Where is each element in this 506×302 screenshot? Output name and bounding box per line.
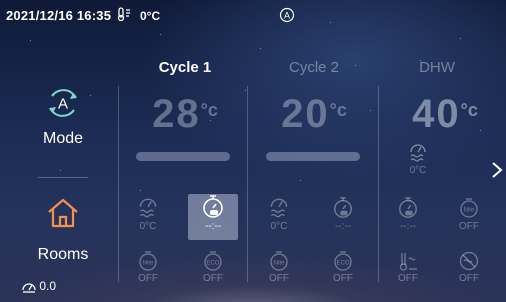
silent-icon: Nite: [270, 251, 288, 271]
status-bar: 2021/12/16 16:35 0°C A: [0, 0, 506, 30]
column-separator: [118, 86, 119, 282]
dhw-heating-tile[interactable]: 0°C: [393, 142, 443, 188]
svg-text:Nite: Nite: [274, 261, 285, 267]
temperature-unit: °c: [200, 100, 218, 120]
eco-icon: ECO: [204, 251, 222, 271]
tile-value: --:--: [204, 221, 222, 232]
svg-text:A: A: [58, 96, 68, 113]
tile-value: 0°C: [270, 221, 288, 232]
svg-text:Nite: Nite: [464, 208, 475, 214]
cycle2-eco-tile[interactable]: ECO OFF: [318, 250, 368, 296]
thermometer-icon: [139, 198, 157, 218]
zone-temperature-bar: [266, 152, 360, 161]
tile-value: OFF: [459, 221, 479, 232]
cycle2-silent-tile[interactable]: Nite OFF: [254, 250, 304, 296]
eco-icon: ECO: [334, 251, 352, 271]
svg-text:A: A: [284, 11, 290, 21]
zone-temperature[interactable]: 28°c: [120, 92, 250, 137]
cycle2-temperature-tile[interactable]: 0°C: [254, 196, 304, 242]
temperature-value: 40: [412, 92, 461, 136]
dhw-tank-heater-tile[interactable]: OFF: [383, 250, 433, 296]
tile-value: OFF: [203, 273, 223, 284]
silent-icon: Nite: [139, 251, 157, 271]
auto-mode-status-icon: A: [279, 7, 295, 23]
temperature-unit: °c: [329, 100, 347, 120]
thermometer-icon: [410, 144, 426, 162]
tile-value: 0°C: [409, 165, 427, 176]
tank-heater-icon: [399, 253, 417, 271]
tile-value: --:--: [399, 221, 417, 232]
svg-text:ECO: ECO: [206, 261, 219, 267]
tile-value: OFF: [459, 273, 479, 284]
dhw-silent-tile[interactable]: Nite OFF: [444, 196, 494, 242]
zone-temperature-bar: [136, 152, 230, 161]
timer-icon: [203, 195, 223, 218]
rooms-label: Rooms: [37, 246, 89, 263]
rooms-button[interactable]: Rooms: [0, 188, 126, 268]
chevron-right-icon[interactable]: [490, 160, 504, 180]
energy-value: 0.0: [39, 279, 57, 293]
tile-value: --:--: [334, 221, 352, 232]
timer-icon: [334, 197, 352, 218]
disinfect-off-icon: [459, 251, 479, 271]
cycle1-silent-tile[interactable]: Nite OFF: [123, 250, 173, 296]
timer-icon: [399, 197, 417, 218]
outdoor-temperature-icon: [117, 7, 130, 22]
temperature-unit: °c: [460, 100, 478, 120]
cycle1-timer-tile[interactable]: --:--: [188, 194, 238, 240]
outdoor-temperature: 0°C: [140, 9, 161, 23]
dhw-timer-tile[interactable]: --:--: [383, 196, 433, 242]
dhw-disinfect-tile[interactable]: OFF: [444, 250, 494, 296]
tile-value: 0°C: [139, 221, 157, 232]
datetime: 2021/12/16 16:35: [6, 8, 112, 23]
zone-temperature[interactable]: 40°c: [380, 92, 506, 137]
temperature-value: 20: [281, 92, 330, 136]
cycle1-temperature-tile[interactable]: 0°C: [123, 196, 173, 242]
thermometer-icon: [270, 198, 288, 218]
tile-value: OFF: [333, 273, 353, 284]
home-icon: [48, 198, 78, 228]
zone-temperature[interactable]: 20°c: [249, 92, 379, 137]
svg-text:ECO: ECO: [336, 261, 349, 267]
zone-title: Cycle 1: [158, 59, 212, 76]
tile-value: OFF: [138, 273, 158, 284]
auto-mode-icon: A: [49, 89, 77, 117]
energy-readout: 0.0: [22, 279, 56, 293]
temperature-value: 28: [152, 92, 201, 136]
zone-title: Cycle 2: [288, 59, 340, 76]
zone-title: DHW: [419, 59, 455, 76]
silent-icon: Nite: [460, 198, 478, 218]
energy-meter-icon: [22, 283, 36, 293]
left-navigation: A Mode Rooms 0.0: [0, 60, 118, 302]
mode-button[interactable]: A Mode: [0, 78, 126, 158]
svg-text:Nite: Nite: [143, 261, 154, 267]
cycle1-eco-tile[interactable]: ECO OFF: [188, 250, 238, 296]
cycle2-timer-tile[interactable]: --:--: [318, 196, 368, 242]
nav-divider: [38, 177, 88, 178]
tile-value: OFF: [398, 273, 418, 284]
tile-value: OFF: [269, 273, 289, 284]
mode-label: Mode: [42, 130, 84, 147]
